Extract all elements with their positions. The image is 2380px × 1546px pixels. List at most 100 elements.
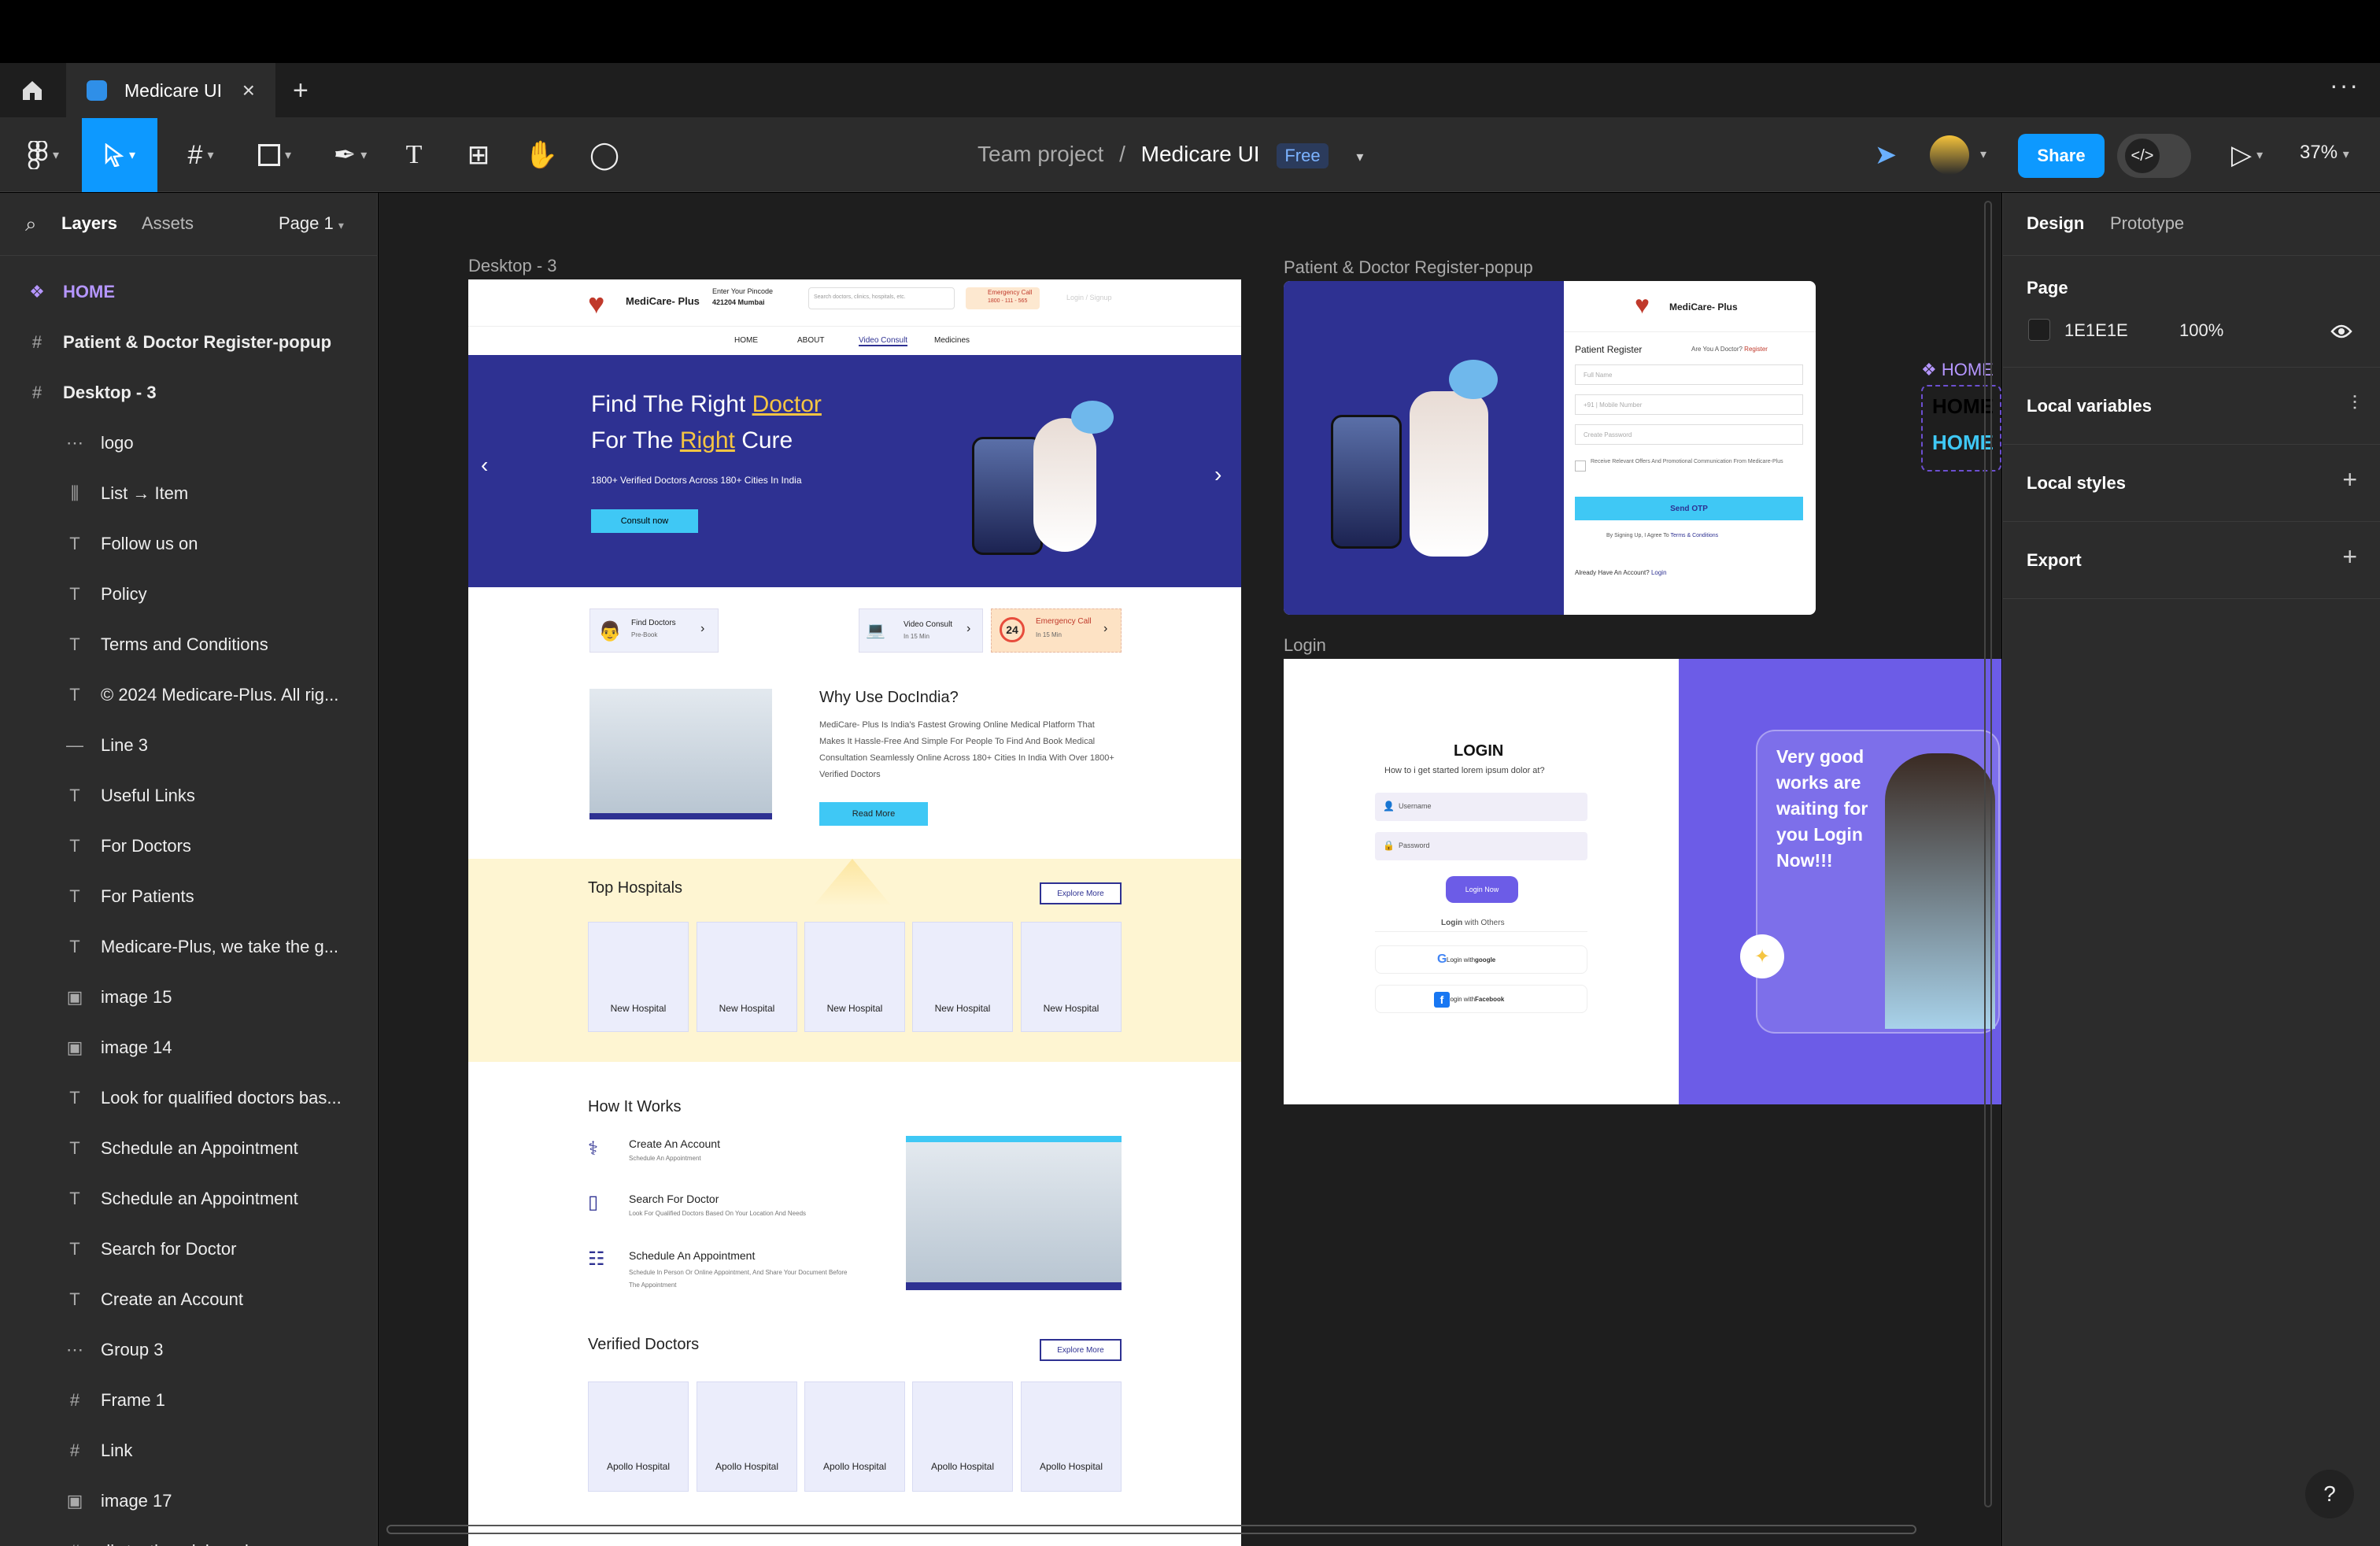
hospital-card[interactable]: New Hospital — [804, 922, 905, 1032]
home-component-label[interactable]: ❖ HOME — [1921, 360, 1994, 380]
verified-card[interactable]: Apollo Hospital — [697, 1381, 797, 1492]
layer-row[interactable]: ⋯ Group 3 — [0, 1325, 377, 1375]
login-signup-link[interactable]: Login / Signup — [1066, 294, 1112, 301]
username-field[interactable]: Username — [1375, 793, 1587, 821]
hospital-card[interactable]: New Hospital — [1021, 922, 1122, 1032]
page-opacity-value[interactable]: 100% — [2179, 320, 2223, 341]
verified-card[interactable]: Apollo Hospital — [804, 1381, 905, 1492]
tab-design[interactable]: Design — [2027, 213, 2084, 234]
frame-label-desktop[interactable]: Desktop - 3 — [468, 256, 557, 276]
layer-row[interactable]: ⋯ logo — [0, 418, 377, 468]
layer-row[interactable]: # Link — [0, 1426, 377, 1476]
google-login-button[interactable]: G Login with google — [1375, 945, 1587, 974]
tab-layers[interactable]: Layers — [61, 213, 117, 234]
page-select[interactable]: Page 1 ▾ — [279, 213, 344, 234]
read-more-button[interactable]: Read More — [819, 802, 928, 826]
layer-row[interactable]: T For Doctors — [0, 821, 377, 871]
site-search-input[interactable]: Search doctors, clinics, hospitals, etc. — [808, 287, 955, 309]
layer-row[interactable]: # Desktop - 3 — [0, 368, 377, 418]
layer-row[interactable]: T Search for Doctor — [0, 1224, 377, 1274]
local-styles-section[interactable]: Local styles + — [2003, 445, 2380, 522]
register-login-link[interactable]: Login — [1651, 569, 1667, 576]
layer-row[interactable]: T © 2024 Medicare-Plus. All rig... — [0, 670, 377, 720]
verified-card[interactable]: Apollo Hospital — [1021, 1381, 1122, 1492]
page-color-swatch[interactable] — [2028, 319, 2050, 341]
layer-row[interactable]: ▣ image 14 — [0, 1023, 377, 1073]
layer-row[interactable]: # Patient & Doctor Register-popup — [0, 317, 377, 368]
hand-tool[interactable]: ✋ — [519, 118, 564, 192]
mobile-field[interactable]: +91 | Mobile Number — [1575, 394, 1803, 415]
layer-row[interactable]: T For Patients — [0, 871, 377, 922]
layer-row[interactable]: T Create an Account — [0, 1274, 377, 1325]
layer-row[interactable]: ▣ image 17 — [0, 1476, 377, 1526]
hospital-card[interactable]: New Hospital — [588, 922, 689, 1032]
avatar[interactable] — [1930, 135, 1969, 175]
layer-row[interactable]: ⫼ List → Item — [0, 468, 377, 519]
full-name-field[interactable]: Full Name — [1575, 364, 1803, 385]
verified-card[interactable]: Apollo Hospital — [912, 1381, 1013, 1492]
explore-more-button[interactable]: Explore More — [1040, 1339, 1122, 1361]
eye-icon[interactable] — [2330, 324, 2352, 339]
nav-about[interactable]: ABOUT — [797, 336, 824, 345]
layer-row[interactable]: T Medicare-Plus, we take the g... — [0, 922, 377, 972]
breadcrumb[interactable]: Team project / Medicare UI Free ▾ — [978, 142, 1363, 168]
password-field[interactable]: Create Password — [1575, 424, 1803, 445]
frame-tool[interactable]: # ▾ — [173, 118, 228, 192]
desktop-frame[interactable]: ♥ MediCare- Plus Enter Your Pincode 4212… — [468, 279, 1241, 1546]
verified-card[interactable]: Apollo Hospital — [588, 1381, 689, 1492]
horizontal-scrollbar[interactable] — [386, 1525, 1916, 1534]
frame-label-login[interactable]: Login — [1284, 635, 1326, 656]
layer-row[interactable]: ▣ image 15 — [0, 972, 377, 1023]
present-button[interactable]: ▷ ▾ — [2219, 118, 2275, 192]
variables-settings-icon[interactable]: ⫶ — [2352, 391, 2358, 416]
comment-tool[interactable]: ◯ — [582, 118, 626, 192]
nav-medicines[interactable]: Medicines — [934, 336, 970, 345]
share-button[interactable]: Share — [2018, 134, 2105, 178]
password-field[interactable]: Password — [1375, 832, 1587, 860]
canvas[interactable]: Desktop - 3 ♥ MediCare- Plus Enter Your … — [379, 193, 2001, 1546]
close-tab-icon[interactable]: × — [242, 78, 255, 103]
layer-row[interactable]: ❖ HOME — [0, 267, 377, 317]
hospital-card[interactable]: New Hospital — [697, 922, 797, 1032]
facebook-login-button[interactable]: f Login with Facebook — [1375, 985, 1587, 1013]
hospital-card[interactable]: New Hospital — [912, 922, 1013, 1032]
carousel-next-icon[interactable]: › — [1214, 462, 1221, 487]
emergency-call-card[interactable]: 24 Emergency Call In 15 Min › — [991, 608, 1122, 653]
zoom-level[interactable]: 37% ▾ — [2300, 142, 2349, 164]
layer-row[interactable]: T Useful Links — [0, 771, 377, 821]
search-icon[interactable]: ⌕ — [25, 212, 37, 237]
chevron-down-icon[interactable]: ▾ — [1356, 149, 1363, 165]
layer-row[interactable]: T Follow us on — [0, 519, 377, 569]
main-menu-button[interactable]: ▾ — [16, 118, 71, 192]
page-color-value[interactable]: 1E1E1E — [2064, 320, 2128, 341]
local-variables-section[interactable]: Local variables ⫶ — [2003, 368, 2380, 445]
multiplayer-cursor-button[interactable]: ➤ — [1862, 118, 1909, 192]
export-section[interactable]: Export + — [2003, 522, 2380, 599]
resources-tool[interactable]: ⊞ — [456, 118, 501, 192]
layer-row[interactable]: T Schedule an Appointment — [0, 1123, 377, 1174]
video-consult-card[interactable]: 💻 Video Consult In 15 Min › — [859, 608, 983, 653]
chevron-down-icon[interactable]: ▾ — [1980, 146, 1986, 162]
find-doctors-card[interactable]: 👨 Find Doctors Pre-Book › — [589, 608, 719, 653]
frame-label-register[interactable]: Patient & Doctor Register-popup — [1284, 257, 1533, 278]
add-style-icon[interactable]: + — [2342, 465, 2357, 494]
text-tool[interactable]: T — [394, 118, 434, 192]
pincode-value[interactable]: 421204 Mumbai — [712, 298, 765, 306]
layer-row[interactable]: # Frame 1 — [0, 1375, 377, 1426]
emergency-badge[interactable]: Emergency Call 1800 - 111 - 565 — [966, 287, 1040, 309]
layer-row[interactable]: # div.testimonial-card — [0, 1526, 377, 1546]
login-frame[interactable]: LOGIN How to i get started lorem ipsum d… — [1284, 659, 2001, 1104]
register-frame[interactable]: ♥ MediCare- Plus Patient Register Are Yo… — [1284, 281, 1816, 615]
add-export-icon[interactable]: + — [2342, 542, 2357, 571]
shape-tool[interactable]: ▾ — [246, 118, 304, 192]
consult-now-button[interactable]: Consult now — [591, 509, 698, 533]
dev-mode-toggle[interactable]: </> — [2117, 134, 2191, 178]
layer-row[interactable]: T Policy — [0, 569, 377, 620]
help-button[interactable]: ? — [2305, 1470, 2354, 1518]
layer-row[interactable]: — Line 3 — [0, 720, 377, 771]
move-tool[interactable]: ▾ — [82, 118, 157, 192]
layer-row[interactable]: T Schedule an Appointment — [0, 1174, 377, 1224]
layer-row[interactable]: T Terms and Conditions — [0, 620, 377, 670]
home-button[interactable] — [0, 63, 65, 118]
explore-more-button[interactable]: Explore More — [1040, 882, 1122, 904]
